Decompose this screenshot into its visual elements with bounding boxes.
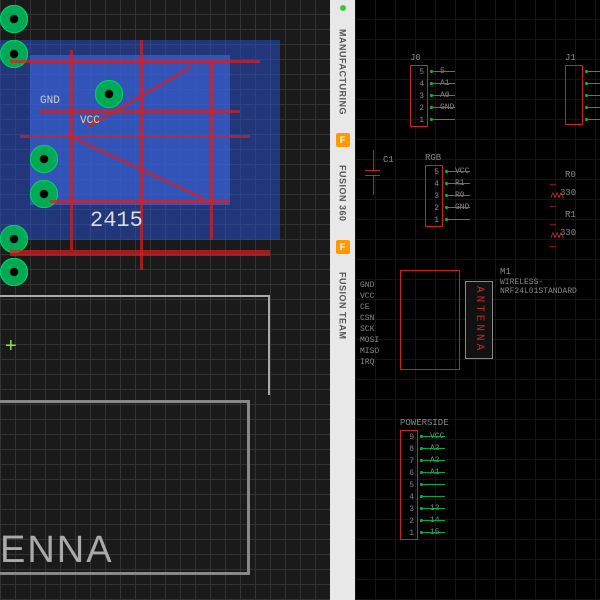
- side-tab-bar: MANUFACTURING F FUSION 360 F FUSION TEAM: [330, 0, 355, 600]
- schematic-view[interactable]: J0 5 4 3 2 1 5 A1 A0 GND J1 C1: [355, 0, 600, 600]
- status-indicator: [340, 5, 346, 11]
- antenna-text: ANTENNA: [466, 282, 492, 358]
- ref-j0: J0: [410, 53, 421, 63]
- ref-c1: C1: [383, 155, 394, 165]
- tab-manufacturing[interactable]: MANUFACTURING: [338, 26, 348, 118]
- ref-r0: R0: [565, 170, 576, 180]
- ref-j1: J1: [565, 53, 576, 63]
- m1-antenna: ANTENNA: [465, 281, 493, 359]
- bottom-copper-fill-2: [30, 55, 230, 205]
- pcb-layout-view[interactable]: GND VCC 2415 ENNA +: [0, 0, 330, 600]
- fusion-icon: F: [336, 133, 350, 147]
- trace: [210, 60, 213, 240]
- ref-powerside: POWERSIDE: [400, 418, 449, 428]
- trace: [10, 60, 260, 63]
- antenna-label: ENNA: [0, 529, 114, 572]
- tab-fusion-team[interactable]: FUSION TEAM: [338, 269, 348, 343]
- powerside-body: 9 8 7 6 5 4 3 2 1: [400, 430, 418, 540]
- connector-powerside: POWERSIDE 9 8 7 6 5 4 3 2 1 VCC A3 A2 A1…: [400, 430, 418, 540]
- origin-marker: +: [5, 335, 17, 358]
- board-outline: [0, 295, 270, 395]
- j0-body: 5 4 3 2 1: [410, 65, 428, 127]
- silk-vcc: VCC: [80, 115, 100, 127]
- trace: [20, 135, 250, 138]
- m1-pin-labels: GND VCC CE CSN SCK MOSI MISO IRQ: [360, 280, 379, 368]
- ref-m1: M1: [500, 267, 511, 277]
- connector-j0: J0 5 4 3 2 1 5 A1 A0 GND: [410, 65, 428, 127]
- j1-body: [565, 65, 583, 125]
- trace: [140, 40, 143, 270]
- rgb-body: 5 4 3 2 1: [425, 165, 443, 227]
- part-m1: WIRELESS-NRF24L01STANDARD: [500, 278, 577, 296]
- trace: [70, 50, 73, 250]
- silk-2415: 2415: [90, 208, 143, 233]
- module-m1: GND VCC CE CSN SCK MOSI MISO IRQ ANTENNA…: [400, 270, 460, 370]
- ref-r1: R1: [565, 210, 576, 220]
- connector-j1: J1: [565, 65, 583, 125]
- pcb-board: GND VCC 2415 ENNA: [0, 0, 300, 600]
- m1-body: [400, 270, 460, 370]
- connector-rgb: RGB 5 4 3 2 1 VCC R1 R0 GND: [425, 165, 443, 227]
- tab-fusion360[interactable]: FUSION 360: [338, 162, 348, 225]
- val-r0: 330: [560, 188, 576, 198]
- ref-rgb: RGB: [425, 153, 441, 163]
- trace: [10, 250, 270, 256]
- fusion-icon: F: [336, 240, 350, 254]
- val-r1: 330: [560, 228, 576, 238]
- silk-gnd: GND: [40, 95, 60, 107]
